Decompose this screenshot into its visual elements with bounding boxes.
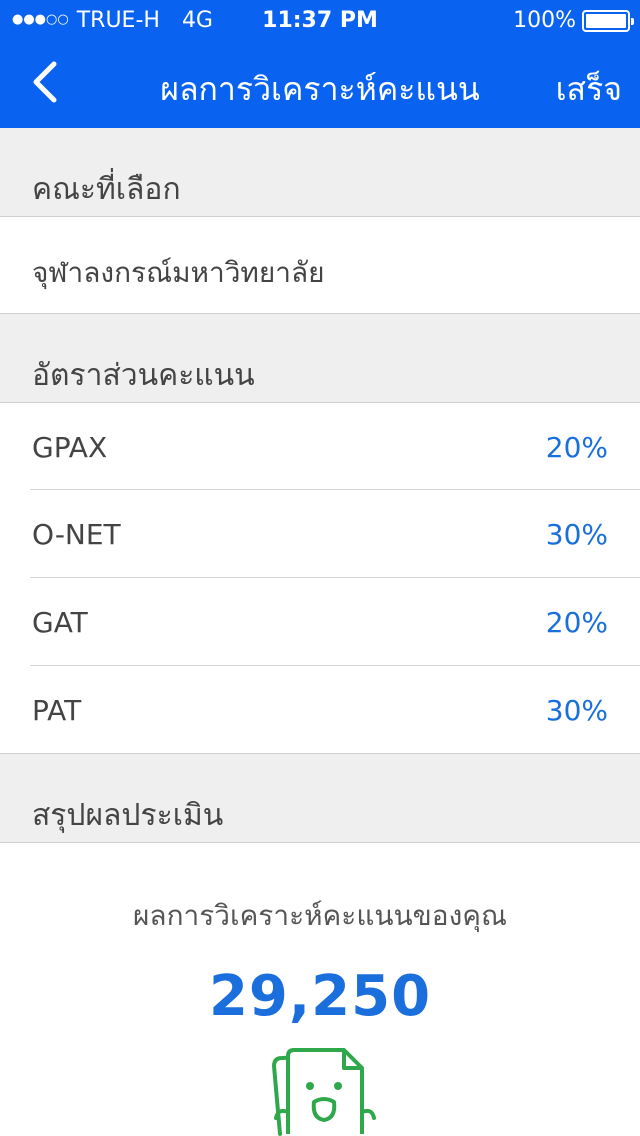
status-bar: ●●●○○ TRUE-H 4G 11:37 PM 100%: [0, 0, 640, 40]
faculty-row: จุฬาลงกรณ์มหาวิทยาลัย: [0, 217, 640, 313]
top-bar: ●●●○○ TRUE-H 4G 11:37 PM 100% ผลการวิเคร…: [0, 0, 640, 128]
done-button[interactable]: เสร็จ: [556, 64, 622, 115]
ratio-row-gat: GAT 20%: [0, 578, 640, 665]
faculty-name: จุฬาลงกรณ์มหาวิทยาลัย: [32, 256, 325, 289]
ratio-value: 20%: [545, 431, 608, 464]
battery-percent: 100%: [513, 8, 576, 33]
battery-icon: [582, 9, 634, 32]
ratio-row-pat: PAT 30%: [0, 666, 640, 753]
page-title: ผลการวิเคราะห์คะแนน: [160, 70, 480, 108]
ratio-label: GAT: [32, 606, 88, 639]
section-title: คณะที่เลือก: [32, 172, 181, 207]
section-header-summary: สรุปผลประเมิน: [0, 754, 640, 843]
section-title: สรุปผลประเมิน: [32, 798, 224, 833]
ratio-label: GPAX: [32, 431, 108, 464]
ratio-row-gpax: GPAX 20%: [0, 403, 640, 490]
navigation-bar: ผลการวิเคราะห์คะแนน เสร็จ: [0, 40, 640, 128]
section-header-faculty: คณะที่เลือก: [0, 128, 640, 217]
score-value: 29,250: [208, 964, 432, 1029]
section-title: อัตราส่วนคะแนน: [32, 358, 255, 393]
document-mascot-icon: [272, 1048, 376, 1136]
ratio-value: 30%: [545, 518, 608, 551]
ratio-row-onet: O-NET 30%: [0, 490, 640, 577]
ratio-label: O-NET: [32, 518, 121, 551]
ratio-value: 30%: [545, 694, 608, 727]
result-label: ผลการวิเคราะห์คะแนนของคุณ: [133, 899, 507, 932]
section-header-ratio: อัตราส่วนคะแนน: [0, 314, 640, 403]
ratio-value: 20%: [545, 606, 608, 639]
ratio-label: PAT: [32, 694, 82, 727]
